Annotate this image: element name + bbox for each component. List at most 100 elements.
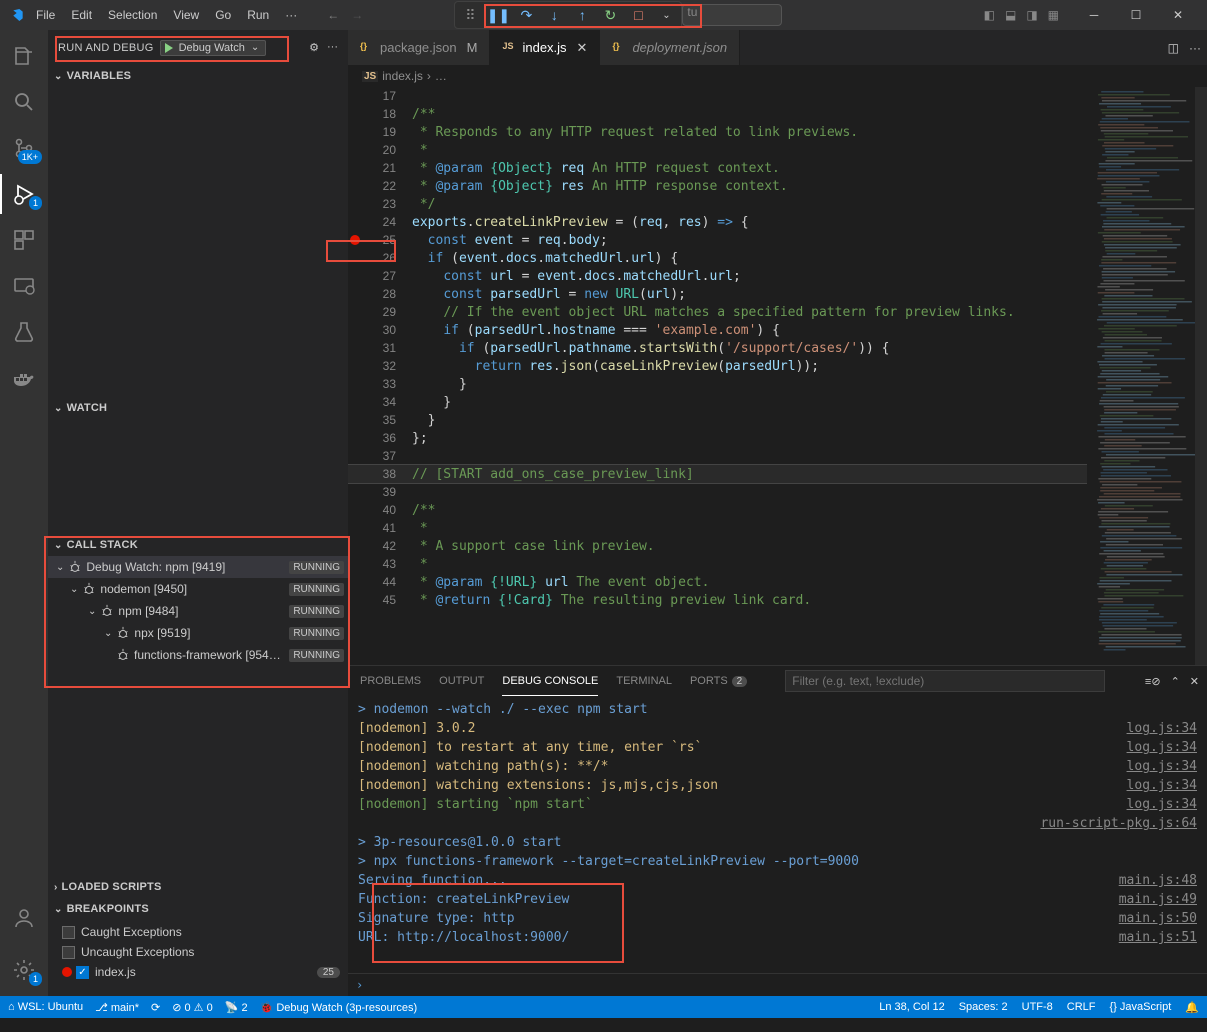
callstack-row[interactable]: ⌄npx [9519]RUNNING	[48, 622, 348, 644]
minimap[interactable]	[1087, 87, 1207, 665]
status-indent[interactable]: Spaces: 2	[959, 1001, 1008, 1014]
activity-testing[interactable]	[0, 312, 48, 352]
menu-run[interactable]: Run	[241, 8, 275, 22]
console-source-link[interactable]: log.js:34	[1127, 795, 1197, 814]
status-notifications[interactable]: 🔔	[1185, 1001, 1199, 1014]
callstack-row[interactable]: functions-framework [954…RUNNING	[48, 644, 348, 666]
command-center[interactable]: tu	[682, 4, 782, 26]
variables-section-header[interactable]: ⌄VARIABLES	[48, 65, 348, 87]
window-maximize-button[interactable]: ☐	[1115, 0, 1157, 30]
panel-tab-output[interactable]: OUTPUT	[439, 666, 484, 696]
checkbox-icon[interactable]	[62, 946, 75, 959]
code-line[interactable]: 29 // If the event object URL matches a …	[348, 303, 1087, 321]
loaded-scripts-section-header[interactable]: ›LOADED SCRIPTS	[48, 876, 348, 898]
customize-layout-icon[interactable]: ▦	[1048, 8, 1059, 22]
code-line[interactable]: 38// [START add_ons_case_preview_link]	[348, 465, 1087, 483]
toggle-secondary-sidebar-icon[interactable]: ◨	[1026, 8, 1037, 22]
code-line[interactable]: 25 const event = req.body;	[348, 231, 1087, 249]
breakpoints-section-header[interactable]: ⌄BREAKPOINTS	[48, 898, 348, 920]
checkbox-icon[interactable]: ✓	[76, 966, 89, 979]
code-line[interactable]: 20 *	[348, 141, 1087, 159]
activity-accounts[interactable]	[0, 898, 48, 938]
debug-restart-button[interactable]: ↻	[599, 4, 621, 26]
callstack-section-header[interactable]: ⌄CALL STACK	[48, 534, 348, 556]
status-ports[interactable]: 📡 2	[225, 1001, 248, 1014]
code-line[interactable]: 19 * Responds to any HTTP request relate…	[348, 123, 1087, 141]
activity-source-control[interactable]: 1K+	[0, 128, 48, 168]
code-line[interactable]: 32 return res.json(caseLinkPreview(parse…	[348, 357, 1087, 375]
panel-tab-ports[interactable]: PORTS2	[690, 666, 747, 696]
console-source-link[interactable]: main.js:50	[1119, 909, 1197, 928]
minimap-scrollbar[interactable]	[1195, 87, 1207, 665]
editor-tab[interactable]: JSindex.js✕	[490, 30, 600, 65]
code-line[interactable]: 26 if (event.docs.matchedUrl.url) {	[348, 249, 1087, 267]
activity-explorer[interactable]	[0, 36, 48, 76]
code-line[interactable]: 30 if (parsedUrl.hostname === 'example.c…	[348, 321, 1087, 339]
console-source-link[interactable]: main.js:51	[1119, 928, 1197, 947]
clear-console-icon[interactable]: ≡⊘	[1145, 675, 1161, 688]
window-close-button[interactable]: ✕	[1157, 0, 1199, 30]
code-line[interactable]: 18/**	[348, 105, 1087, 123]
code-line[interactable]: 39	[348, 483, 1087, 501]
console-source-link[interactable]: log.js:34	[1127, 757, 1197, 776]
panel-tab-debug-console[interactable]: DEBUG CONSOLE	[502, 666, 598, 696]
status-remote[interactable]: ⌂ WSL: Ubuntu	[8, 1001, 83, 1013]
debug-settings-gear-icon[interactable]: ⚙	[309, 41, 319, 54]
status-debug-session[interactable]: 🐞 Debug Watch (3p-resources)	[260, 1001, 418, 1014]
watch-section-header[interactable]: ⌄WATCH	[48, 397, 348, 419]
debug-console-input[interactable]: ›	[348, 973, 1207, 995]
start-debug-icon[interactable]	[165, 43, 173, 53]
breakpoint-uncaught-exceptions[interactable]: Uncaught Exceptions	[48, 942, 348, 962]
window-minimize-button[interactable]: ─	[1073, 0, 1115, 30]
debug-console-output[interactable]: > nodemon --watch ./ --exec npm start[no…	[348, 696, 1207, 973]
code-line[interactable]: 45 * @return {!Card} The resulting previ…	[348, 591, 1087, 609]
editor-more-icon[interactable]: ···	[1189, 41, 1201, 55]
debug-more-icon[interactable]: ···	[327, 41, 338, 54]
console-source-link[interactable]: log.js:34	[1127, 738, 1197, 757]
code-line[interactable]: 44 * @param {!URL} url The event object.	[348, 573, 1087, 591]
activity-extensions[interactable]	[0, 220, 48, 260]
console-source-link[interactable]: log.js:34	[1127, 719, 1197, 738]
debug-step-out-button[interactable]: ↑	[571, 4, 593, 26]
panel-close-icon[interactable]: ✕	[1190, 675, 1199, 688]
console-source-link[interactable]: run-script-pkg.js:64	[1040, 814, 1197, 833]
breakpoint-file[interactable]: ✓ index.js 25	[48, 962, 348, 982]
breadcrumb[interactable]: JS index.js › …	[348, 65, 1207, 87]
code-line[interactable]: 36};	[348, 429, 1087, 447]
activity-search[interactable]	[0, 82, 48, 122]
code-line[interactable]: 27 const url = event.docs.matchedUrl.url…	[348, 267, 1087, 285]
activity-manage[interactable]: 1	[0, 950, 48, 990]
menu-more[interactable]: ···	[279, 8, 303, 22]
debug-stop-button[interactable]: □	[627, 4, 649, 26]
status-branch[interactable]: ⎇ main*	[95, 1001, 139, 1014]
console-source-link[interactable]: main.js:49	[1119, 890, 1197, 909]
code-line[interactable]: 43 *	[348, 555, 1087, 573]
debug-pause-button[interactable]: ❚❚	[487, 4, 509, 26]
code-line[interactable]: 34 }	[348, 393, 1087, 411]
code-line[interactable]: 40/**	[348, 501, 1087, 519]
tab-close-icon[interactable]: ✕	[577, 40, 588, 56]
code-editor[interactable]: 1718/**19 * Responds to any HTTP request…	[348, 87, 1087, 665]
debug-dropdown-icon[interactable]: ⌄	[655, 4, 677, 26]
code-line[interactable]: 33 }	[348, 375, 1087, 393]
code-line[interactable]: 41 *	[348, 519, 1087, 537]
code-line[interactable]: 31 if (parsedUrl.pathname.startsWith('/s…	[348, 339, 1087, 357]
activity-run-debug[interactable]: 1	[0, 174, 48, 214]
panel-tab-terminal[interactable]: TERMINAL	[616, 666, 672, 696]
code-line[interactable]: 42 * A support case link preview.	[348, 537, 1087, 555]
activity-docker[interactable]	[0, 358, 48, 398]
code-line[interactable]: 24exports.createLinkPreview = (req, res)…	[348, 213, 1087, 231]
panel-maximize-icon[interactable]: ⌃	[1171, 675, 1180, 688]
breakpoint-caught-exceptions[interactable]: Caught Exceptions	[48, 922, 348, 942]
code-line[interactable]: 21 * @param {Object} req An HTTP request…	[348, 159, 1087, 177]
callstack-row[interactable]: ⌄nodemon [9450]RUNNING	[48, 578, 348, 600]
code-line[interactable]: 35 }	[348, 411, 1087, 429]
debug-config-selector[interactable]: Debug Watch ⌄	[160, 40, 267, 56]
console-source-link[interactable]: log.js:34	[1127, 776, 1197, 795]
panel-tab-problems[interactable]: PROBLEMS	[360, 666, 421, 696]
callstack-row[interactable]: ⌄npm [9484]RUNNING	[48, 600, 348, 622]
breakpoint-dot-icon[interactable]	[350, 235, 360, 245]
nav-back-icon[interactable]: ←	[327, 8, 339, 22]
menu-file[interactable]: File	[30, 8, 61, 22]
status-cursor[interactable]: Ln 38, Col 12	[879, 1001, 944, 1014]
